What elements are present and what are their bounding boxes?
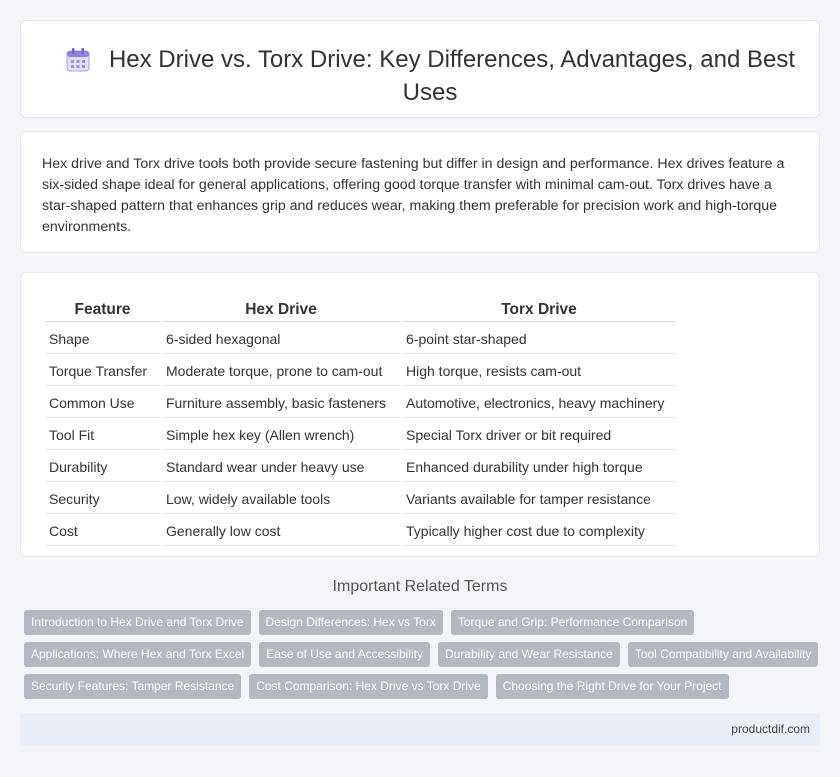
cell-feature: Security: [45, 484, 160, 514]
related-term-tag[interactable]: Cost Comparison: Hex Drive vs Torx Drive: [249, 674, 488, 699]
table-row: Durability Standard wear under heavy use E…: [45, 452, 676, 482]
cell-hex-drive: Standard wear under heavy use: [162, 452, 400, 482]
cell-hex-drive: Simple hex key (Allen wrench): [162, 420, 400, 450]
column-header-hex-drive: Hex Drive: [162, 299, 400, 322]
table-row: Cost Generally low cost Typically higher c…: [45, 516, 676, 546]
title-card: Hex Drive vs. Torx Drive: Key Difference…: [20, 20, 820, 118]
table-row: Security Low, widely available tools Varia…: [45, 484, 676, 514]
related-terms-row: Introduction to Hex Drive and Torx Drive…: [24, 610, 824, 635]
related-terms-tags: Introduction to Hex Drive and Torx Drive…: [24, 610, 824, 706]
related-terms-row: Security Features: Tamper Resistance Cost…: [24, 674, 824, 699]
cell-torx-drive: 6-point star-shaped: [402, 324, 676, 354]
table-body: Shape 6-sided hexagonal 6-point star-shape…: [45, 324, 676, 546]
footer: productdif.com: [20, 713, 820, 746]
cell-feature: Tool Fit: [45, 420, 160, 450]
intro-paragraph: Hex drive and Torx drive tools both prov…: [42, 156, 785, 235]
page-title: Hex Drive vs. Torx Drive: Key Difference…: [108, 46, 796, 106]
table-row: Tool Fit Simple hex key (Allen wrench) Spe…: [45, 420, 676, 450]
cell-torx-drive: High torque, resists cam-out: [402, 356, 676, 386]
table-header-row: Feature Hex Drive Torx Drive: [45, 299, 676, 322]
title-wrap: Hex Drive vs. Torx Drive: Key Difference…: [61, 45, 799, 107]
calendar-icon: [65, 47, 91, 78]
related-term-tag[interactable]: Tool Compatibility and Availability: [627, 642, 819, 667]
comparison-table-card: Feature Hex Drive Torx Drive Shape 6-side…: [20, 272, 820, 557]
column-header-torx-drive: Torx Drive: [402, 299, 676, 322]
related-term-tag[interactable]: Choosing the Right Drive for Your Projec…: [495, 674, 729, 699]
intro-card: Hex drive and Torx drive tools both prov…: [20, 131, 820, 253]
table-row: Torque Transfer Moderate torque, prone to…: [45, 356, 676, 386]
table-row: Common Use Furniture assembly, basic fast…: [45, 388, 676, 418]
cell-torx-drive: Special Torx driver or bit required: [402, 420, 676, 450]
related-terms-heading: Important Related Terms: [332, 578, 508, 595]
cell-feature: Cost: [45, 516, 160, 546]
cell-torx-drive: Variants available for tamper resistance: [402, 484, 676, 514]
cell-hex-drive: Low, widely available tools: [162, 484, 400, 514]
table-row: Shape 6-sided hexagonal 6-point star-shape…: [45, 324, 676, 354]
related-term-tag[interactable]: Durability and Wear Resistance: [437, 642, 620, 667]
related-term-tag[interactable]: Torque and Grip: Performance Comparison: [450, 610, 695, 635]
cell-hex-drive: Generally low cost: [162, 516, 400, 546]
related-term-tag[interactable]: Design Differences: Hex vs Torx: [258, 610, 443, 635]
cell-feature: Common Use: [45, 388, 160, 418]
cell-hex-drive: Moderate torque, prone to cam-out: [162, 356, 400, 386]
cell-feature: Torque Transfer: [45, 356, 160, 386]
related-term-tag[interactable]: Introduction to Hex Drive and Torx Drive: [24, 610, 251, 635]
related-term-tag[interactable]: Ease of Use and Accessibility: [259, 642, 430, 667]
footer-site-name: productdif.com: [731, 722, 810, 736]
cell-feature: Shape: [45, 324, 160, 354]
column-header-feature: Feature: [45, 299, 160, 322]
cell-hex-drive: 6-sided hexagonal: [162, 324, 400, 354]
cell-feature: Durability: [45, 452, 160, 482]
related-term-tag[interactable]: Security Features: Tamper Resistance: [24, 674, 242, 699]
related-terms-row: Applications: Where Hex and Torx Excel Ea…: [24, 642, 824, 667]
cell-torx-drive: Enhanced durability under high torque: [402, 452, 676, 482]
cell-torx-drive: Typically higher cost due to complexity: [402, 516, 676, 546]
related-term-tag[interactable]: Applications: Where Hex and Torx Excel: [24, 642, 252, 667]
cell-hex-drive: Furniture assembly, basic fasteners: [162, 388, 400, 418]
cell-torx-drive: Automotive, electronics, heavy machinery: [402, 388, 676, 418]
comparison-table: Feature Hex Drive Torx Drive Shape 6-side…: [43, 297, 678, 548]
